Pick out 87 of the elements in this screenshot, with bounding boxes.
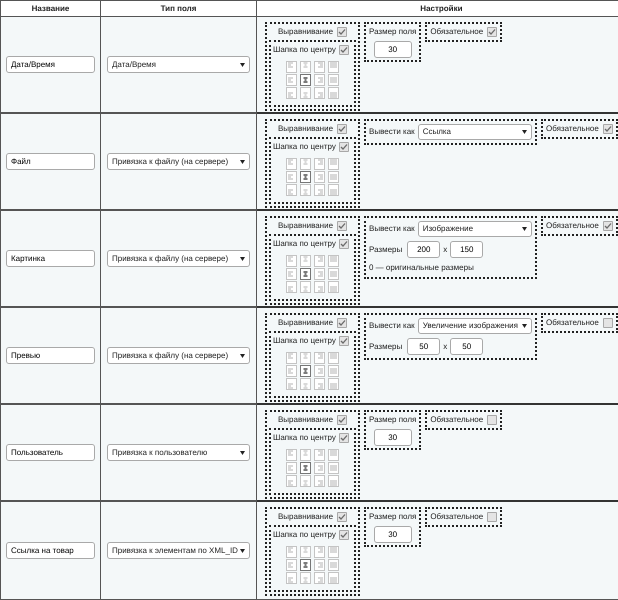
times-sign: x xyxy=(443,244,448,256)
checkbox[interactable] xyxy=(338,433,349,443)
checkbox[interactable] xyxy=(338,142,349,152)
checkbox[interactable] xyxy=(602,124,613,134)
checkbox[interactable] xyxy=(337,415,348,425)
alignment-option-icon[interactable] xyxy=(300,171,311,183)
output-select[interactable]: Увеличение изображения xyxy=(418,318,532,334)
required-label: Обязательное xyxy=(430,26,484,38)
field-size-input[interactable]: 30 xyxy=(374,41,412,58)
height-input[interactable]: 50 xyxy=(450,338,484,355)
caret-icon xyxy=(522,227,527,231)
alignment-label: Выравнивание xyxy=(278,317,334,329)
height-input[interactable]: 150 xyxy=(450,241,484,258)
center-header-label: Шапка по центру xyxy=(273,238,336,250)
alignment-option-icon[interactable] xyxy=(300,268,311,280)
name-input[interactable]: Превью xyxy=(6,347,95,364)
name-input[interactable]: Дата/Время xyxy=(6,56,95,73)
required-label: Обязательное xyxy=(546,317,599,329)
field-size-input[interactable]: 30 xyxy=(374,429,412,446)
column-header: Тип поля xyxy=(160,2,196,14)
field-size-label: Размер поля xyxy=(369,511,416,523)
column-header: Название xyxy=(32,2,70,14)
output-label: Вывести как xyxy=(369,126,415,138)
alignment-option-icon[interactable] xyxy=(300,559,311,571)
name-input[interactable]: Файл xyxy=(6,153,95,170)
required-label: Обязательное xyxy=(430,511,484,523)
caret-icon xyxy=(240,160,245,164)
caret-icon xyxy=(240,450,245,454)
checkbox[interactable] xyxy=(338,336,349,346)
alignment-label: Выравнивание xyxy=(278,414,334,426)
required-label: Обязательное xyxy=(546,123,599,135)
alignment-option-icon[interactable] xyxy=(300,462,311,474)
checkbox[interactable] xyxy=(337,124,348,134)
alignment-option-icon[interactable] xyxy=(300,74,311,86)
center-header-label: Шапка по центру xyxy=(273,141,336,153)
width-input[interactable]: 200 xyxy=(407,241,440,258)
alignment-label: Выравнивание xyxy=(278,220,334,232)
center-header-label: Шапка по центру xyxy=(273,44,336,56)
column-header: Настройки xyxy=(420,2,463,14)
center-header-label: Шапка по центру xyxy=(273,432,336,444)
field-type-select[interactable]: Привязка к файлу (на сервере) xyxy=(107,347,250,364)
required-label: Обязательное xyxy=(430,414,484,426)
output-select[interactable]: Изображение xyxy=(418,221,532,237)
caret-icon xyxy=(522,324,527,328)
checkbox[interactable] xyxy=(487,415,498,425)
required-label: Обязательное xyxy=(546,220,599,232)
field-size-label: Размер поля xyxy=(369,26,416,38)
field-type-select[interactable]: Привязка к файлу (на сервере) xyxy=(107,153,250,170)
alignment-label: Выравнивание xyxy=(278,26,334,38)
caret-icon xyxy=(240,354,245,358)
center-header-label: Шапка по центру xyxy=(273,335,336,347)
checkbox[interactable] xyxy=(338,530,349,540)
field-type-select[interactable]: Привязка к пользователю xyxy=(107,444,250,461)
field-type-select[interactable]: Дата/Время xyxy=(107,56,250,73)
checkbox[interactable] xyxy=(337,318,348,328)
caret-icon xyxy=(240,62,245,66)
name-input[interactable]: Картинка xyxy=(6,250,95,267)
name-input[interactable]: Пользователь xyxy=(6,444,95,461)
field-size-input[interactable]: 30 xyxy=(374,526,412,543)
caret-icon xyxy=(240,256,245,260)
alignment-option-icon[interactable] xyxy=(300,365,311,377)
field-type-select[interactable]: Привязка к файлу (на сервере) xyxy=(107,250,250,267)
width-input[interactable]: 50 xyxy=(407,338,440,355)
checkbox[interactable] xyxy=(338,239,349,249)
checkbox[interactable] xyxy=(602,221,613,231)
checkbox[interactable] xyxy=(337,27,348,37)
caret-icon xyxy=(522,130,527,134)
field-size-label: Размер поля xyxy=(369,414,416,426)
dimensions-label: Размеры xyxy=(369,340,402,352)
center-header-label: Шапка по центру xyxy=(273,529,336,541)
times-sign: x xyxy=(443,340,448,352)
checkbox[interactable] xyxy=(487,512,498,522)
output-label: Вывести как xyxy=(369,223,415,235)
alignment-label: Выравнивание xyxy=(278,123,334,135)
checkbox[interactable] xyxy=(337,512,348,522)
alignment-label: Выравнивание xyxy=(278,511,334,523)
checkbox[interactable] xyxy=(487,27,498,37)
checkbox[interactable] xyxy=(337,221,348,231)
output-select[interactable]: Ссылка xyxy=(418,124,532,140)
dimensions-hint: 0 — оригинальные размеры xyxy=(369,262,475,274)
dimensions-label: Размеры xyxy=(369,244,402,256)
output-label: Вывести как xyxy=(369,320,415,332)
checkbox[interactable] xyxy=(338,45,349,55)
name-input[interactable]: Ссылка на товар xyxy=(6,542,95,559)
field-type-select[interactable]: Привязка к элементам по XML_ID xyxy=(107,542,250,559)
checkbox[interactable] xyxy=(602,318,613,328)
caret-icon xyxy=(240,548,245,552)
